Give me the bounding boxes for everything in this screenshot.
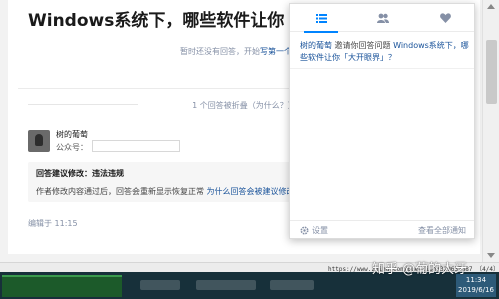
inviter-name[interactable]: 树的葡萄 <box>300 41 332 50</box>
tab-messages[interactable] <box>290 4 352 33</box>
scroll-up-arrow-icon[interactable] <box>487 4 495 9</box>
scroll-down-arrow-icon[interactable] <box>487 253 495 258</box>
taskbar-app[interactable] <box>140 280 180 290</box>
why-suggest-link[interactable]: 为什么回答会被建议修改 <box>207 187 295 196</box>
view-all-notifications-link[interactable]: 查看全部通知 <box>418 225 466 236</box>
avatar[interactable] <box>28 130 50 152</box>
taskbar-active-app[interactable] <box>2 275 122 297</box>
vertical-scrollbar[interactable] <box>482 0 499 262</box>
settings-label: 设置 <box>312 226 328 235</box>
notifications-popup: 树的葡萄 邀请你回答问题 Windows系统下，哪些软件让你「大开眼界」？ 设置… <box>289 3 475 239</box>
suggestion-text: 作者修改内容通过后，回答会重新显示恢复正常 <box>36 187 204 196</box>
settings-button[interactable]: 设置 <box>300 225 328 236</box>
heart-icon <box>439 13 451 23</box>
notice-text: 邀请你回答问题 <box>332 41 394 50</box>
clock-date: 2019/6/16 <box>458 286 494 294</box>
suggestion-body: 作者修改内容通过后，回答会重新显示恢复正常 为什么回答会被建议修改 <box>36 186 295 197</box>
suggestion-title: 回答建议修改：违法违规 <box>36 169 124 178</box>
edit-suggestion-box: 回答建议修改：违法违规 作者修改内容通过后，回答会重新显示恢复正常 为什么回答会… <box>28 162 310 202</box>
taskbar-app[interactable] <box>196 280 256 290</box>
list-icon <box>315 13 327 23</box>
users-icon <box>377 13 389 23</box>
notification-item[interactable]: 树的葡萄 邀请你回答问题 Windows系统下，哪些软件让你「大开眼界」？ <box>300 40 470 64</box>
author-name[interactable]: 树的葡萄 <box>56 129 88 140</box>
notifications-empty-area <box>290 68 474 220</box>
notification-tabs <box>290 4 476 33</box>
answer-author: 树的葡萄 公众号： <box>28 128 288 158</box>
redacted-box <box>92 140 180 152</box>
gear-icon <box>300 226 309 235</box>
popup-footer: 设置 查看全部通知 <box>290 220 474 238</box>
watermark: 知乎 @葡的大牙 <box>372 262 468 277</box>
taskbar-app[interactable] <box>270 280 314 290</box>
scrollbar-thumb[interactable] <box>486 40 497 104</box>
author-subtitle: 公众号： <box>56 143 88 152</box>
system-clock[interactable]: 11:34 2019/6/16 <box>456 274 496 297</box>
tab-followers[interactable] <box>352 4 414 32</box>
tab-likes[interactable] <box>414 4 476 32</box>
no-answer-text: 暂时还没有回答，开始 <box>180 47 260 56</box>
edited-time: 编辑于 11:15 <box>28 219 78 228</box>
